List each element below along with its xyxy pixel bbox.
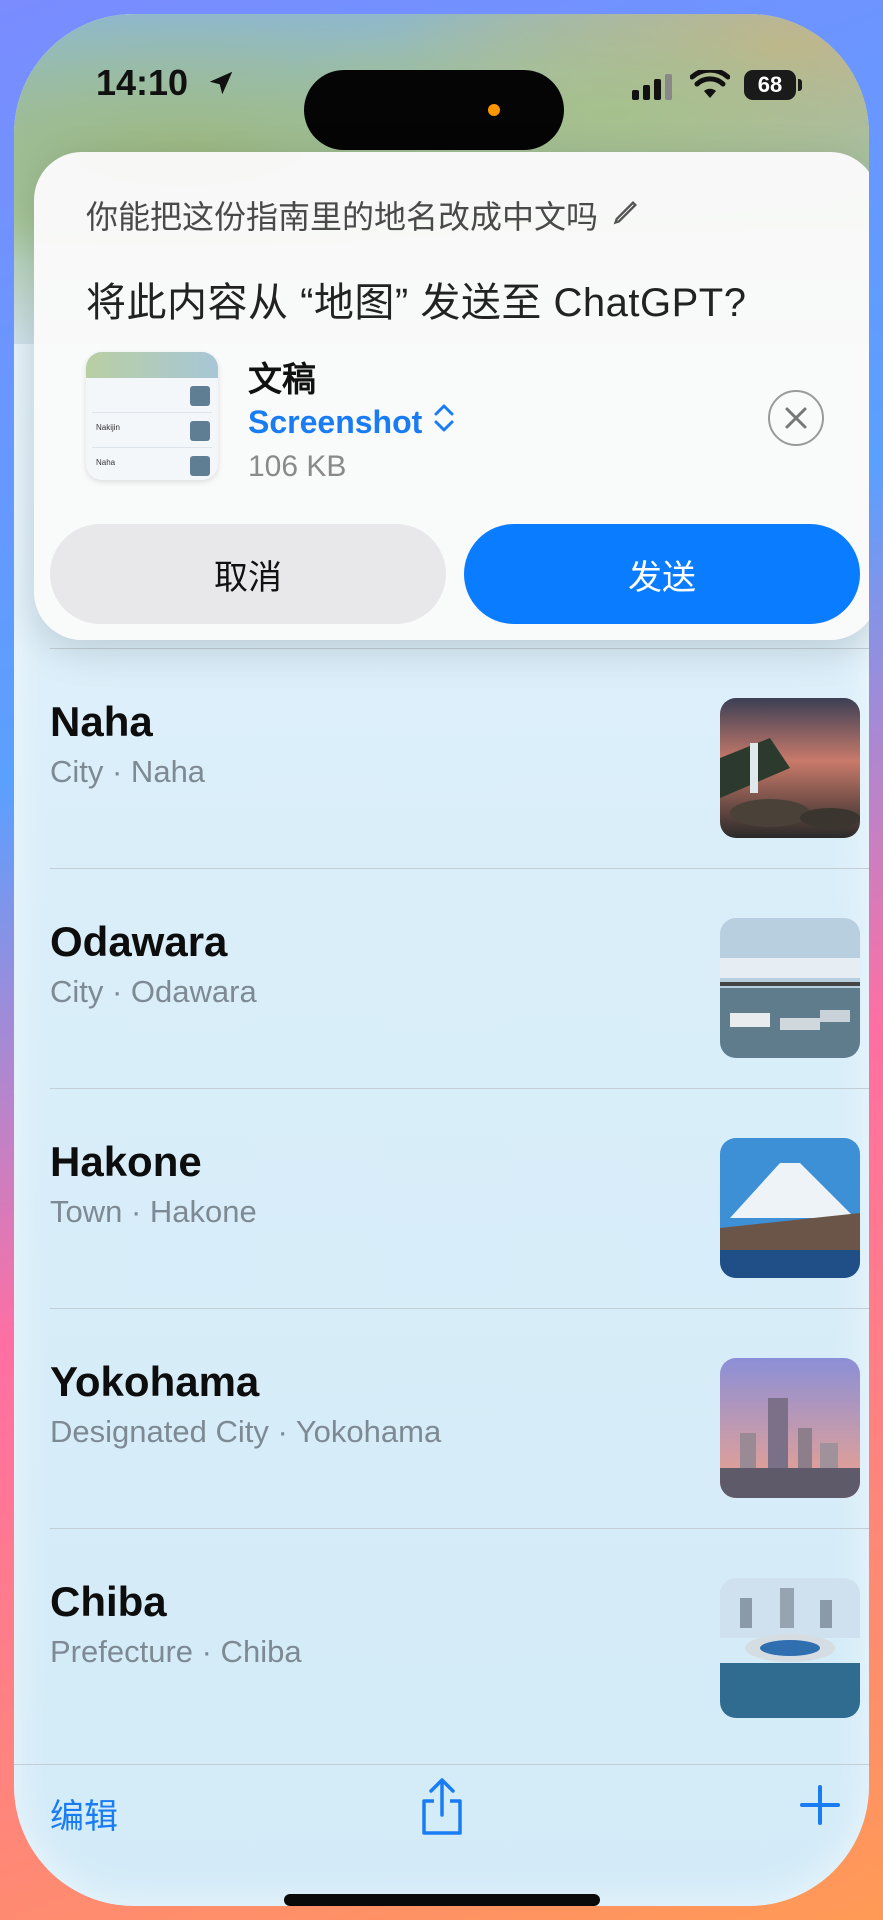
list-item[interactable]: Yokohama Designated City · Yokohama — [14, 1308, 869, 1528]
harbor-boats-photo — [720, 918, 860, 1058]
dynamic-island — [304, 70, 564, 150]
city-skyline-photo — [720, 1358, 860, 1498]
edit-button[interactable]: 编辑 — [50, 1789, 118, 1838]
remove-attachment-button[interactable] — [768, 390, 824, 446]
location-arrow-icon — [206, 68, 236, 103]
stadium-coast-photo — [720, 1578, 860, 1718]
place-name: Chiba — [50, 1578, 167, 1625]
waterfall-sunset-photo — [720, 698, 860, 838]
battery-nub — [798, 79, 802, 91]
place-name: Naha — [50, 698, 153, 745]
status-time: 14:10 — [96, 62, 189, 103]
list-item[interactable]: Odawara City · Odawara — [14, 868, 869, 1088]
thumbnail-row: Nakijin — [92, 417, 212, 448]
thumbnail-row: Naha — [92, 452, 212, 480]
home-indicator[interactable] — [284, 1894, 600, 1906]
share-icon[interactable] — [418, 1777, 466, 1842]
recording-dot-icon — [488, 104, 500, 116]
list-item[interactable]: Naha City · Naha — [14, 648, 869, 868]
add-icon[interactable] — [798, 1783, 842, 1832]
status-bar: 14:10 68 — [14, 54, 869, 150]
attachment-title: 文稿 — [248, 361, 316, 399]
close-icon — [785, 407, 807, 429]
chevron-up-down-icon — [432, 402, 456, 442]
mount-fuji-photo — [720, 1138, 860, 1278]
send-question: 将此内容从 “地图” 发送至 ChatGPT? — [86, 281, 747, 325]
thumbnail-row — [92, 382, 212, 413]
attachment-type-selector[interactable]: Screenshot — [248, 402, 456, 442]
place-subtitle: City · Naha — [50, 754, 206, 789]
bottom-toolbar: 编辑 — [14, 1764, 869, 1865]
share-sheet: 你能把这份指南里的地名改成中文吗 将此内容从 “地图” 发送至 ChatGPT?… — [34, 152, 869, 640]
cellular-signal-icon — [632, 74, 676, 105]
place-name: Odawara — [50, 918, 228, 965]
phone-screen: 14:10 68 Naha City · Naha Odawara City ·… — [14, 14, 869, 1906]
attachment-type-label: Screenshot — [248, 403, 423, 440]
cancel-button[interactable]: 取消 — [50, 524, 446, 624]
list-item[interactable]: Hakone Town · Hakone — [14, 1088, 869, 1308]
thumbnail-map — [86, 352, 218, 378]
battery-indicator: 68 — [744, 70, 796, 100]
place-subtitle: City · Odawara — [50, 974, 257, 1009]
prompt-text: 你能把这份指南里的地名改成中文吗 — [86, 199, 599, 235]
list-item[interactable]: Chiba Prefecture · Chiba — [14, 1528, 869, 1748]
place-name: Yokohama — [50, 1358, 260, 1405]
attachment-thumbnail: Nakijin Naha — [86, 352, 218, 480]
place-subtitle: Prefecture · Chiba — [50, 1634, 302, 1669]
pencil-icon[interactable] — [612, 197, 640, 234]
place-subtitle: Town · Hakone — [50, 1194, 257, 1229]
send-button[interactable]: 发送 — [464, 524, 860, 624]
place-name: Hakone — [50, 1138, 202, 1185]
place-subtitle: Designated City · Yokohama — [50, 1414, 442, 1449]
prompt-row[interactable]: 你能把这份指南里的地名改成中文吗 — [86, 192, 640, 238]
attachment-size: 106 KB — [248, 450, 347, 483]
wifi-icon — [689, 67, 731, 105]
